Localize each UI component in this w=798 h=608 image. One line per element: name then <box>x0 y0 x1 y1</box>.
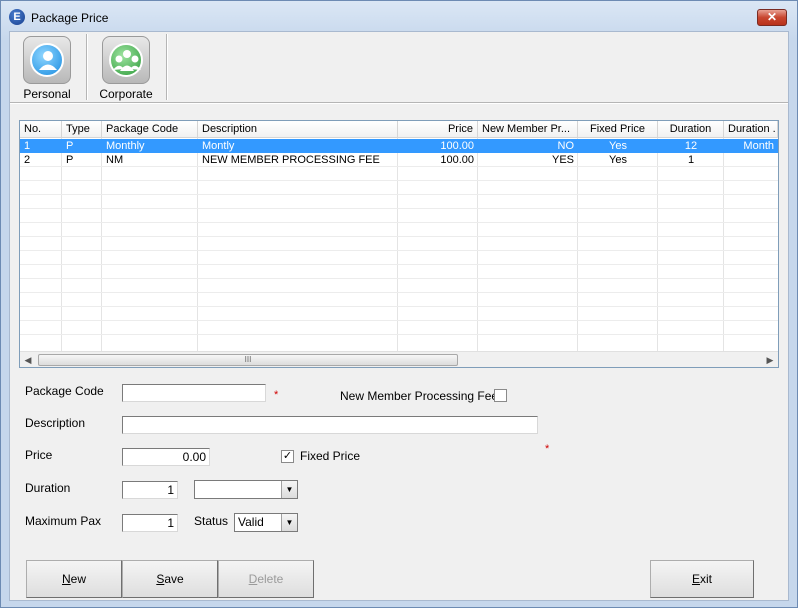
column-header-fixed-price[interactable]: Fixed Price <box>578 121 658 138</box>
save-button[interactable]: Save <box>122 560 218 598</box>
column-header-description[interactable]: Description <box>198 121 398 138</box>
personal-label: Personal <box>23 87 71 101</box>
toolbar-divider <box>10 102 788 104</box>
cell-duration: 12 <box>684 140 698 152</box>
close-button[interactable]: ✕ <box>757 9 787 26</box>
cell-no: 2 <box>24 154 31 166</box>
status-value: Valid <box>238 515 264 529</box>
exit-button[interactable]: Exit <box>650 560 754 598</box>
column-header-new-member[interactable]: New Member Pr... <box>478 121 578 138</box>
price-input[interactable]: 0.00 <box>122 448 210 466</box>
cell-duration-unit <box>724 153 778 167</box>
title-bar: E Package Price ✕ <box>1 1 797 31</box>
cell-fixed-price: Yes <box>609 140 627 152</box>
corporate-label: Corporate <box>99 87 153 101</box>
cell-type: P <box>66 140 74 152</box>
person-icon <box>23 36 71 84</box>
column-header-no[interactable]: No. <box>20 121 62 138</box>
fixed-price-checkbox[interactable]: ✓ <box>281 450 294 463</box>
cell-price: 100.00 <box>440 140 474 152</box>
cell-package-code: Monthly <box>106 140 145 152</box>
table-row[interactable]: 1 P Monthly Montly 100.00 NO Yes 12 Mont… <box>20 139 778 153</box>
required-marker: * <box>545 443 550 455</box>
column-header-duration-unit[interactable]: Duration . <box>724 121 778 138</box>
chevron-down-icon[interactable]: ▼ <box>281 481 297 498</box>
grid-header: No. Type Package Code Description Price … <box>20 121 778 138</box>
package-code-label: Package Code <box>25 384 104 398</box>
column-header-price[interactable]: Price <box>398 121 478 138</box>
duration-unit-select[interactable]: ▼ <box>194 480 298 499</box>
cell-type: P <box>66 154 74 166</box>
toolbar-separator <box>86 34 88 100</box>
duration-label: Duration <box>25 481 71 495</box>
cell-duration-unit: Month <box>743 140 774 152</box>
chevron-down-icon[interactable]: ▼ <box>281 514 297 531</box>
required-marker: * <box>274 389 279 401</box>
price-label: Price <box>25 448 53 462</box>
description-label: Description <box>25 416 86 430</box>
cell-fixed-price: Yes <box>609 154 627 166</box>
maximum-pax-label: Maximum Pax <box>25 514 102 528</box>
fixed-price-label: Fixed Price <box>300 449 361 463</box>
status-select[interactable]: Valid ▼ <box>234 513 298 532</box>
personal-tool-button[interactable]: Personal <box>16 34 78 101</box>
status-label: Status <box>194 514 229 528</box>
new-member-fee-checkbox[interactable] <box>494 389 507 402</box>
cell-description: NEW MEMBER PROCESSING FEE <box>202 154 380 166</box>
client-area: Personal Corporate No. Type Package Code… <box>9 31 789 601</box>
package-grid[interactable]: No. Type Package Code Description Price … <box>19 120 779 368</box>
cell-price: 100.00 <box>440 154 474 166</box>
horizontal-scrollbar[interactable]: ◀ III ▶ <box>20 351 778 367</box>
description-input[interactable] <box>122 416 538 434</box>
scroll-left-icon[interactable]: ◀ <box>20 352 36 368</box>
cell-description: Montly <box>202 140 235 152</box>
delete-button[interactable]: Delete <box>218 560 314 598</box>
column-header-duration[interactable]: Duration <box>658 121 724 138</box>
column-header-package-code[interactable]: Package Code <box>102 121 198 138</box>
cell-no: 1 <box>24 140 31 152</box>
cell-duration: 1 <box>687 154 695 166</box>
cell-new-member: YES <box>551 154 574 166</box>
cell-new-member: NO <box>557 140 575 152</box>
package-code-input[interactable] <box>122 384 266 402</box>
toolbar: Personal Corporate <box>10 32 788 102</box>
cell-package-code: NM <box>106 154 124 166</box>
app-icon: E <box>9 9 25 25</box>
window-title: Package Price <box>31 11 109 25</box>
new-button[interactable]: New <box>26 560 122 598</box>
scroll-thumb[interactable]: III <box>38 354 458 366</box>
column-header-type[interactable]: Type <box>62 121 102 138</box>
scroll-right-icon[interactable]: ▶ <box>762 352 778 368</box>
new-member-fee-label: New Member Processing Fee <box>340 389 499 403</box>
package-price-window: E Package Price ✕ Personal Corporate No.… <box>0 0 798 608</box>
corporate-tool-button[interactable]: Corporate <box>94 34 158 101</box>
table-row[interactable]: 2 P NM NEW MEMBER PROCESSING FEE 100.00 … <box>20 153 778 167</box>
duration-input[interactable]: 1 <box>122 481 178 499</box>
toolbar-separator <box>166 34 168 100</box>
maximum-pax-input[interactable]: 1 <box>122 514 178 532</box>
group-icon <box>102 36 150 84</box>
